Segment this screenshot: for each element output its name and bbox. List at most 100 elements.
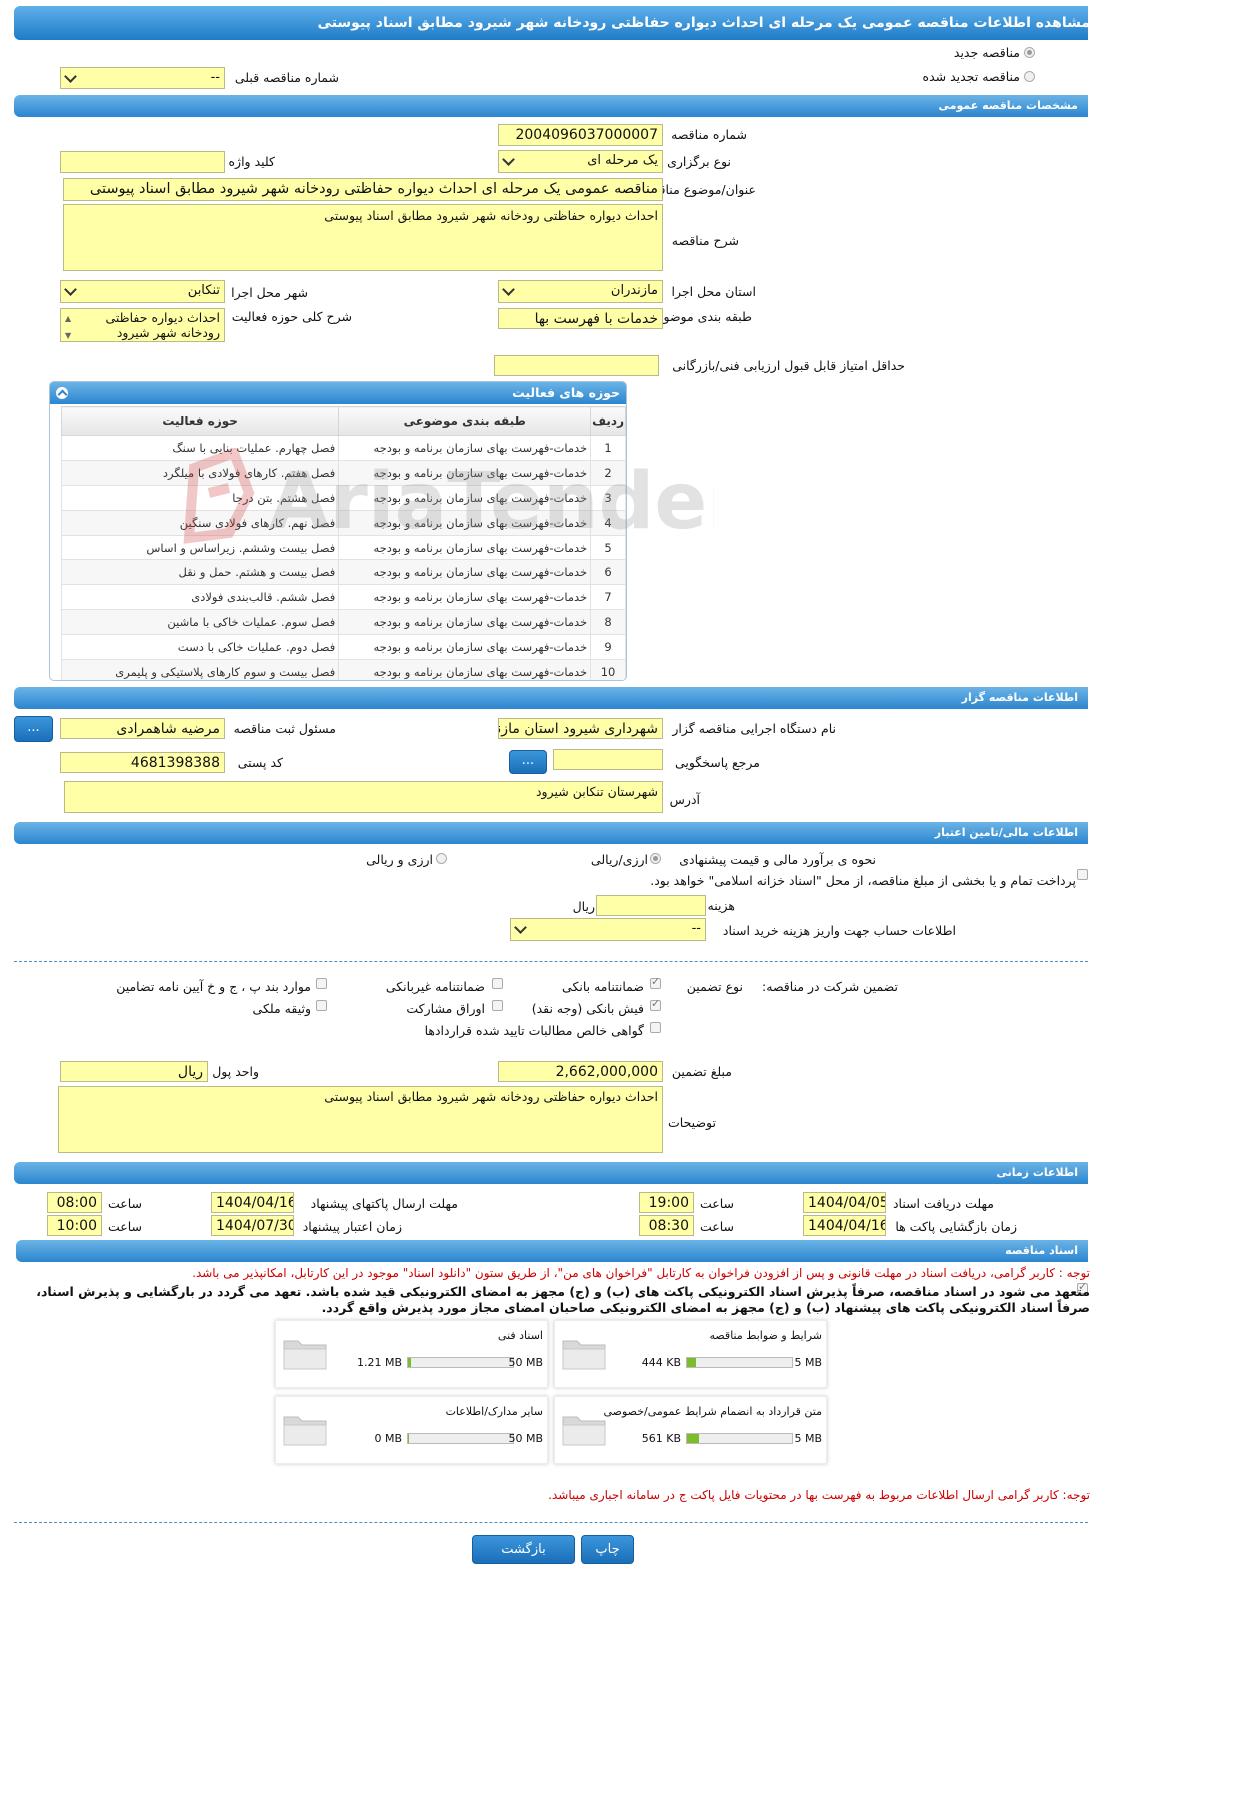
fx-rial-radio[interactable]	[436, 853, 447, 864]
notes-field[interactable]: احداث دیواره حفاظتی رودخانه شهر شیرود مط…	[58, 1086, 663, 1153]
clause-items-label: موارد بند پ ، ج و خ آیین نامه تضامین	[116, 979, 311, 994]
document-progress-fill	[687, 1434, 699, 1443]
doc-receive-time[interactable]: 19:00	[639, 1192, 694, 1213]
treasury-checkbox[interactable]	[1077, 869, 1088, 880]
cell-cat: خدمات-فهرست بهای سازمان برنامه و بودجه	[338, 584, 592, 611]
document-file-max: 50 MB	[508, 1356, 543, 1369]
subject-field[interactable]: مناقصه عمومی یک مرحله ای احداث دیواره حف…	[63, 178, 663, 201]
fx-rial-radio-label: ارزی و ریالی	[366, 852, 433, 867]
city-label: شهر محل اجرا	[231, 285, 308, 300]
bank-guarantee-checkbox[interactable]	[650, 975, 661, 989]
scroll-down-icon[interactable]: ▼	[65, 328, 71, 341]
col-row: ردیف	[590, 406, 626, 436]
section-documents-header: اسناد مناقصه	[16, 1240, 1088, 1262]
bonds-checkbox[interactable]	[492, 1000, 503, 1011]
guarantee-label: تضمین شرکت در مناقصه:	[762, 979, 898, 994]
city-select[interactable]: تنکابن	[60, 280, 225, 303]
clause-items-checkbox[interactable]	[316, 978, 327, 989]
cell-n: 9	[590, 634, 626, 661]
document-file-name: متن قرارداد به انضمام شرایط عمومی/خصوصی	[603, 1405, 822, 1418]
scroll-up-icon[interactable]: ▲	[65, 311, 71, 326]
send-date[interactable]: 1404/04/16	[211, 1192, 294, 1213]
address-field[interactable]: شهرستان تنکابن شیرود	[64, 781, 663, 813]
property-checkbox[interactable]	[316, 1000, 327, 1011]
document-file-size: 0 MB	[374, 1432, 402, 1445]
claims-checkbox[interactable]	[650, 1022, 661, 1033]
cell-cat: خدمات-فهرست بهای سازمان برنامه و بودجه	[338, 559, 592, 586]
folder-icon	[283, 1416, 327, 1446]
postal-code-field[interactable]: 4681398388	[60, 752, 225, 773]
ref-lookup-button[interactable]: ...	[509, 750, 547, 774]
responsible-label: مسئول ثبت مناقصه	[233, 721, 336, 736]
bank-guarantee-label: ضمانتنامه بانکی	[562, 979, 644, 994]
chevron-down-icon	[64, 283, 77, 296]
document-file-max: 5 MB	[794, 1356, 822, 1369]
open-time[interactable]: 08:30	[639, 1215, 694, 1236]
responsible-lookup-button[interactable]: ...	[14, 716, 53, 742]
province-select[interactable]: مازندران	[498, 280, 663, 303]
back-button[interactable]: بازگشت	[472, 1535, 575, 1564]
currency-label: واحد پول	[212, 1064, 259, 1079]
commit-text-2: صرفاً اسناد الکترونیکی پاکت های پیشنهاد …	[321, 1300, 1090, 1315]
document-file-card[interactable]: متن قرارداد به انضمام شرایط عمومی/خصوصی 5…	[554, 1396, 827, 1464]
nonbank-guarantee-label: ضمانتنامه غیربانکی	[385, 979, 485, 994]
bank-receipt-checkbox[interactable]	[650, 997, 661, 1011]
send-time[interactable]: 08:00	[47, 1192, 102, 1213]
chevron-down-icon	[502, 153, 515, 166]
notes-label: توضیحات	[668, 1115, 716, 1130]
folder-icon	[562, 1416, 606, 1446]
collapse-icon[interactable]	[56, 387, 68, 399]
cell-field: فصل دوم. عملیات خاکی با دست	[60, 634, 340, 661]
valid-label: زمان اعتبار پیشنهاد	[302, 1219, 402, 1234]
document-file-card[interactable]: شرایط و ضوابط مناقصه 444 KB 5 MB	[554, 1320, 827, 1388]
valid-time-label: ساعت	[107, 1219, 142, 1234]
activity-grid-header: حوزه های فعالیت	[50, 382, 626, 404]
print-button[interactable]: چاپ	[581, 1535, 634, 1564]
account-label: اطلاعات حساب جهت واریز هزینه خرید اسناد	[722, 923, 956, 938]
document-progress-fill	[408, 1358, 411, 1367]
document-file-card[interactable]: اسناد فنی 1.21 MB 50 MB	[275, 1320, 548, 1388]
document-progress-bar	[686, 1433, 793, 1444]
section-finance-header: اطلاعات مالی/تامین اعتبار	[14, 822, 1088, 844]
currency-field[interactable]: ریال	[60, 1061, 208, 1082]
doc-receive-label: مهلت دریافت اسناد	[892, 1196, 994, 1211]
open-date[interactable]: 1404/04/16	[803, 1215, 886, 1236]
open-time-label: ساعت	[699, 1219, 734, 1234]
cell-n: 7	[590, 584, 626, 611]
description-field[interactable]: احداث دیواره حفاظتی رودخانه شهر شیرود مط…	[63, 204, 663, 271]
category-field[interactable]: خدمات با فهرست بها	[498, 308, 663, 329]
table-row: 7 خدمات-فهرست بهای سازمان برنامه و بودجه ف…	[60, 584, 626, 611]
folder-icon	[562, 1340, 606, 1370]
nonbank-guarantee-checkbox[interactable]	[492, 978, 503, 989]
doc-receive-date[interactable]: 1404/04/05	[803, 1192, 886, 1213]
col-field: حوزه فعالیت	[60, 406, 340, 436]
rial-radio[interactable]	[650, 853, 661, 864]
document-file-card[interactable]: سایر مدارک/اطلاعات 0 MB 50 MB	[275, 1396, 548, 1464]
section-general-header: مشخصات مناقصه عمومی	[14, 95, 1088, 117]
responsible-field[interactable]: مرضیه شاهمرادی	[60, 718, 225, 739]
keyword-field[interactable]	[60, 151, 225, 173]
renewed-tender-radio[interactable]	[1024, 71, 1035, 82]
tender-number-field[interactable]: 2004096037000007	[498, 124, 663, 146]
holding-type-select[interactable]: یک مرحله ای	[498, 150, 663, 173]
col-category: طبقه بندی موضوعی	[338, 406, 592, 436]
cell-cat: خدمات-فهرست بهای سازمان برنامه و بودجه	[338, 634, 592, 661]
new-tender-radio[interactable]	[1024, 47, 1035, 58]
rial-radio-label: ارزی/ریالی	[590, 852, 648, 867]
org-name-field[interactable]: شهرداری شیرود استان مازندران	[498, 718, 663, 739]
prev-tender-select[interactable]: --	[60, 67, 225, 89]
guarantee-amount-field[interactable]: 2,662,000,000	[498, 1061, 663, 1082]
province-label: استان محل اجرا	[671, 284, 756, 299]
valid-time[interactable]: 10:00	[47, 1215, 102, 1236]
account-select[interactable]: --	[510, 918, 706, 941]
address-label: آدرس	[669, 792, 700, 807]
document-file-max: 5 MB	[794, 1432, 822, 1445]
scope-field[interactable]: احداث دیواره حفاظتی رودخانه شهر شیرود ▲ …	[60, 308, 225, 342]
ref-field[interactable]	[553, 749, 663, 770]
valid-date[interactable]: 1404/07/30	[211, 1215, 294, 1236]
property-label: وثیقه ملکی	[252, 1001, 311, 1016]
doc-fee-field[interactable]	[596, 895, 706, 916]
document-file-name: شرایط و ضوابط مناقصه	[709, 1329, 823, 1342]
min-score-field[interactable]	[494, 355, 659, 376]
cell-field: فصل بیست و سوم کارهای پلاستیکی و پلیمری	[60, 659, 340, 680]
